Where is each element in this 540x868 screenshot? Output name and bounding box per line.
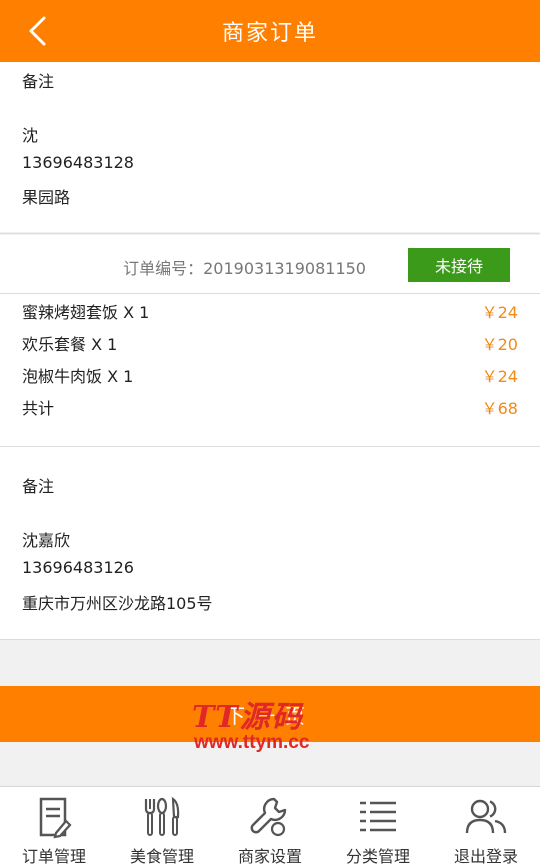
list-icon — [360, 801, 396, 832]
item-name: 泡椒牛肉饭 X 1 — [22, 367, 134, 386]
order-card-1: 备注 沈 13696483128 果园路 — [0, 62, 540, 232]
customer-name: 沈嘉欣 — [22, 531, 71, 550]
cutlery-icon — [144, 796, 180, 836]
app-header: 商家订单 — [0, 0, 540, 62]
order-customer-info: 备注 沈嘉欣 13696483126 重庆市万州区沙龙路105号 — [0, 447, 540, 639]
customer-phone: 13696483126 — [22, 558, 134, 577]
tab-category-management[interactable]: 分类管理 — [324, 787, 432, 868]
customer-address: 果园路 — [22, 188, 71, 207]
customer-name: 沈 — [22, 126, 39, 145]
item-price: ￥24 — [481, 367, 518, 386]
divider — [0, 233, 540, 234]
order-number: 订单编号：2019031319081150 — [123, 259, 366, 278]
divider — [0, 639, 540, 640]
next-page-label: 下一页 — [225, 703, 315, 728]
item-price: ￥24 — [481, 303, 518, 322]
order-item-row: 泡椒牛肉饭 X 1 ￥24 — [0, 358, 540, 390]
order-items: 蜜辣烤翅套饭 X 1 ￥24 欢乐套餐 X 1 ￥20 泡椒牛肉饭 X 1 ￥2… — [0, 294, 540, 446]
tab-label: 退出登录 — [453, 847, 518, 866]
order-doc-icon — [39, 797, 72, 839]
back-arrow-icon[interactable] — [22, 14, 56, 48]
customer-phone: 13696483128 — [22, 153, 134, 172]
order-item-row: 蜜辣烤翅套饭 X 1 ￥24 — [0, 294, 540, 326]
item-name: 欢乐套餐 X 1 — [22, 335, 118, 354]
tab-label: 分类管理 — [345, 847, 410, 866]
status-button[interactable]: 未接待 — [408, 248, 510, 282]
total-price: ￥68 — [481, 399, 518, 418]
tab-label: 商家设置 — [237, 847, 302, 866]
tab-label: 美食管理 — [129, 847, 194, 866]
next-page-button[interactable]: 下一页 — [0, 686, 540, 742]
page-title: 商家订单 — [221, 21, 318, 46]
remark-label: 备注 — [22, 477, 55, 496]
order-total-row: 共计 ￥68 — [0, 390, 540, 422]
tab-logout[interactable]: 退出登录 — [432, 787, 540, 868]
total-label: 共计 — [22, 399, 55, 418]
users-icon — [465, 799, 507, 834]
bottom-tab-bar: 订单管理 美食管理 商家设置 分类管理 退出登录 — [0, 786, 540, 868]
order-item-row: 欢乐套餐 X 1 ￥20 — [0, 326, 540, 358]
wrench-icon — [250, 797, 287, 837]
item-price: ￥20 — [481, 335, 518, 354]
customer-address: 重庆市万州区沙龙路105号 — [22, 594, 213, 613]
tab-shop-settings[interactable]: 商家设置 — [216, 787, 324, 868]
tab-label: 订单管理 — [21, 847, 86, 866]
remark-label: 备注 — [22, 72, 55, 91]
item-name: 蜜辣烤翅套饭 X 1 — [22, 303, 150, 322]
tab-order-management[interactable]: 订单管理 — [0, 787, 108, 868]
tab-food-management[interactable]: 美食管理 — [108, 787, 216, 868]
